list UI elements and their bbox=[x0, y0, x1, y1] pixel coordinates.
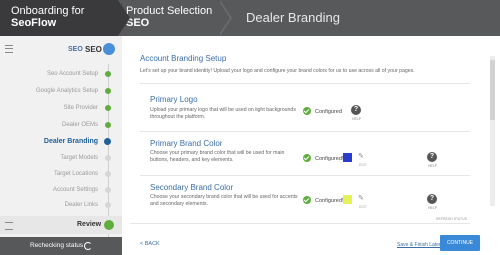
pencil-icon[interactable]: ✎ bbox=[358, 152, 364, 160]
help-label: HELP bbox=[428, 164, 438, 168]
breadcrumb-step2-line1: Product Selection bbox=[126, 5, 213, 17]
help-icon[interactable]: ? bbox=[351, 105, 361, 115]
help-icon[interactable]: ? bbox=[427, 194, 437, 204]
breadcrumb-step-onboarding[interactable]: Onboarding for SeoFlow bbox=[0, 0, 118, 36]
primary-color-swatch[interactable] bbox=[343, 153, 352, 162]
rechecking-status-bar: Rechecking status bbox=[0, 237, 122, 255]
section-description: Choose your primary brand color that wil… bbox=[150, 150, 285, 163]
breadcrumb-separator-icon bbox=[118, 0, 130, 36]
wizard-breadcrumb-bar: Dealer Branding Product Selection SEO On… bbox=[0, 0, 500, 36]
step-complete-icon bbox=[105, 71, 111, 77]
edit-label: EDIT bbox=[359, 205, 367, 209]
sidebar-item-dealer-branding[interactable]: Dealer Branding bbox=[44, 138, 98, 145]
review-status-icon bbox=[104, 220, 114, 230]
check-icon bbox=[303, 196, 311, 204]
configured-status: Configured! bbox=[315, 156, 344, 162]
step-pending-icon bbox=[105, 202, 111, 208]
configured-status: Configured bbox=[315, 109, 342, 115]
help-label: HELP bbox=[428, 206, 438, 210]
breadcrumb-step1-line2: SeoFlow bbox=[11, 17, 57, 29]
scrollbar-thumb[interactable] bbox=[490, 60, 495, 120]
section-description: Upload your primary logo that will be us… bbox=[150, 107, 296, 120]
wizard-sidebar: SEO SEO Seo Account Setup Google Analyti… bbox=[0, 36, 122, 255]
breadcrumb-step3-label: Dealer Branding bbox=[246, 10, 340, 25]
sidebar-item-seo-account-setup[interactable]: Seo Account Setup bbox=[47, 71, 98, 77]
primary-brand-color-section: Primary Brand Color Choose your primary … bbox=[140, 131, 470, 174]
step-pending-icon bbox=[105, 171, 111, 177]
secondary-color-swatch[interactable] bbox=[343, 195, 352, 204]
sidebar-item-dealer-oems[interactable]: Dealer OEMs bbox=[62, 122, 98, 128]
refresh-status-link[interactable]: REFRESH STATUS bbox=[436, 217, 467, 221]
breadcrumb-separator-icon bbox=[218, 0, 230, 36]
status-text: Rechecking status bbox=[30, 242, 84, 249]
breadcrumb-step2-line2: SEO bbox=[126, 17, 150, 29]
breadcrumb-step1-line1: Onboarding for bbox=[11, 5, 85, 17]
back-button[interactable]: < BACK bbox=[140, 241, 160, 247]
sidebar-item-target-models[interactable]: Target Models bbox=[60, 155, 98, 161]
configured-status: Configured! bbox=[315, 198, 344, 204]
hamburger-menu-icon[interactable] bbox=[5, 45, 13, 53]
section-title: Primary Logo bbox=[150, 95, 198, 104]
breadcrumb-step-product-selection[interactable]: Product Selection SEO bbox=[118, 0, 220, 36]
review-label: Review bbox=[77, 221, 102, 228]
save-and-finish-later-link[interactable]: Save & Finish Later bbox=[397, 242, 441, 248]
step-pending-icon bbox=[105, 155, 111, 161]
sidebar-item-site-provider[interactable]: Site Provider bbox=[64, 105, 98, 111]
sidebar-review-section[interactable]: Review bbox=[0, 216, 122, 234]
section-progress-icon bbox=[103, 43, 115, 55]
step-complete-icon bbox=[105, 122, 111, 128]
sidebar-item-dealer-links[interactable]: Dealer Links bbox=[65, 202, 98, 208]
sidebar-header-label: SEO bbox=[85, 45, 102, 54]
section-title: Secondary Brand Color bbox=[150, 183, 234, 192]
sidebar-item-google-analytics-setup[interactable]: Google Analytics Setup bbox=[36, 88, 98, 94]
continue-button[interactable]: CONTINUE bbox=[440, 235, 480, 251]
divider bbox=[130, 223, 470, 224]
pencil-icon[interactable]: ✎ bbox=[358, 194, 364, 202]
section-description: Choose your secondary brand color that w… bbox=[150, 194, 298, 207]
edit-label: EDIT bbox=[359, 163, 367, 167]
section-title: Primary Brand Color bbox=[150, 139, 223, 148]
sidebar-item-target-locations[interactable]: Target Locations bbox=[54, 171, 98, 177]
breadcrumb-step-dealer-branding: Dealer Branding bbox=[220, 0, 500, 36]
step-complete-icon bbox=[105, 105, 111, 111]
hamburger-menu-icon[interactable] bbox=[5, 222, 13, 230]
refresh-icon bbox=[84, 242, 92, 250]
check-icon bbox=[303, 154, 311, 162]
page-title: Account Branding Setup bbox=[140, 54, 227, 63]
sidebar-item-account-settings[interactable]: Account Settings bbox=[53, 187, 98, 193]
step-active-icon bbox=[104, 138, 111, 145]
check-icon bbox=[303, 107, 311, 115]
step-pending-icon bbox=[105, 187, 111, 193]
seo-logo: SEO bbox=[68, 46, 83, 53]
help-label: HELP bbox=[352, 117, 362, 121]
main-panel: Account Branding Setup Let's set up your… bbox=[130, 45, 486, 255]
primary-logo-section: Primary Logo Upload your primary logo th… bbox=[140, 83, 470, 126]
help-icon[interactable]: ? bbox=[427, 152, 437, 162]
page-description: Let's set up your brand identity! Upload… bbox=[140, 68, 415, 74]
step-complete-icon bbox=[105, 88, 111, 94]
sidebar-header: SEO SEO bbox=[0, 36, 122, 61]
secondary-brand-color-section: Secondary Brand Color Choose your second… bbox=[140, 175, 470, 218]
